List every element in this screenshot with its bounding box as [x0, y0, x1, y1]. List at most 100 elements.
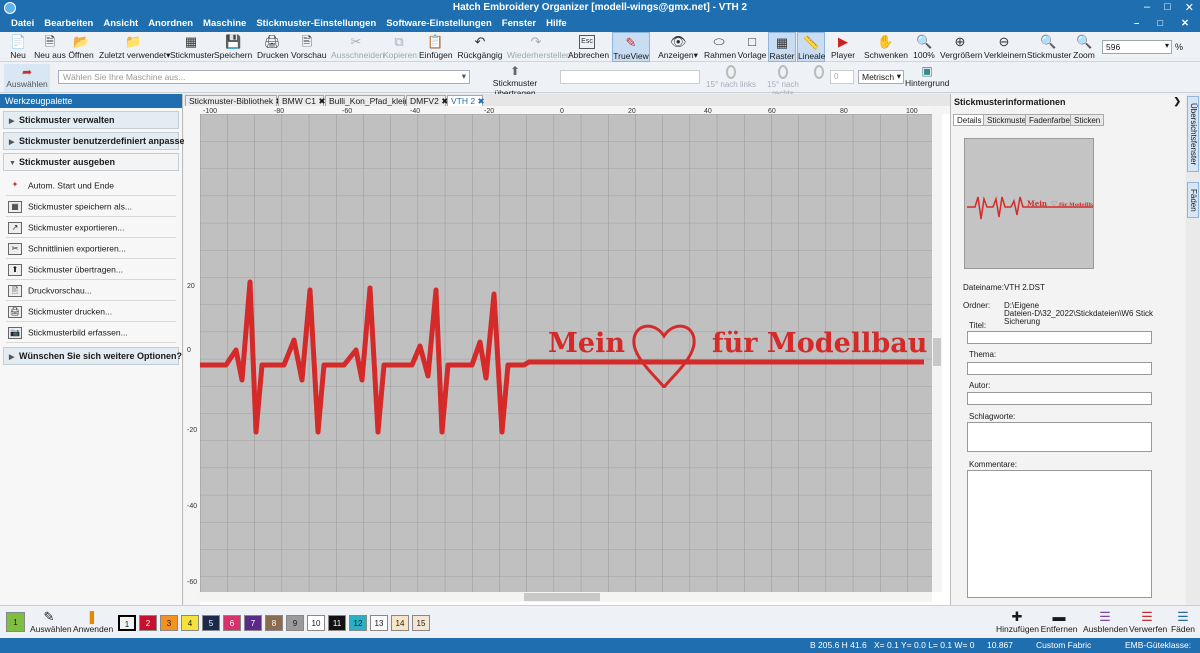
- select-color-button[interactable]: ✎ Auswählen: [30, 609, 72, 634]
- ruler-button[interactable]: 📏 Lineale: [797, 32, 825, 62]
- copy-button[interactable]: ⧉ Kopieren: [383, 32, 417, 62]
- swatch-3[interactable]: 3: [160, 615, 178, 631]
- section-manage[interactable]: ▶ Stickmuster verwalten: [3, 111, 179, 129]
- comments-field[interactable]: [967, 470, 1152, 598]
- design-canvas[interactable]: -100 -80 -60 -40 -20 0 20 40 60 80 100 2…: [184, 106, 950, 605]
- title-field[interactable]: [967, 331, 1152, 344]
- item-transfer[interactable]: ⬆ Stickmuster übertragen...: [6, 259, 176, 280]
- section-output[interactable]: ▼ Stickmuster ausgeben: [3, 153, 179, 171]
- paste-button[interactable]: 📋 Einfügen: [419, 32, 453, 62]
- select-tool-button[interactable]: ➦ Auswählen: [4, 64, 50, 92]
- doc-restore-icon[interactable]: □: [1152, 16, 1168, 29]
- undo-button[interactable]: ↶ Rückgängig: [457, 32, 503, 62]
- swatch-14[interactable]: 14: [391, 615, 409, 631]
- swatch-9[interactable]: 9: [286, 615, 304, 631]
- zoom-in-button[interactable]: ⊕ Vergrößern: [940, 32, 983, 62]
- rotate-right-button[interactable]: 15° nach rechts: [758, 64, 808, 98]
- menu-ansicht[interactable]: Ansicht: [98, 16, 143, 32]
- remove-color-button[interactable]: ▬ Entfernen: [1040, 609, 1078, 634]
- zoom-design-button[interactable]: 🔍 Stickmuster: [1027, 32, 1071, 62]
- menu-software-einstellungen[interactable]: Software-Einstellungen: [381, 16, 497, 32]
- zoom-input[interactable]: 596 ▾: [1102, 40, 1172, 54]
- canvas-svg[interactable]: -100 -80 -60 -40 -20 0 20 40 60 80 100 2…: [184, 106, 950, 605]
- tab-details[interactable]: Details: [953, 114, 986, 126]
- menu-anordnen[interactable]: Anordnen: [143, 16, 198, 32]
- item-export-cutlines[interactable]: ✂ Schnittlinien exportieren...: [6, 238, 176, 259]
- new-button[interactable]: 📄 Neu: [6, 32, 30, 62]
- units-select[interactable]: Metrisch ▾: [858, 70, 904, 84]
- scrollbar-thumb[interactable]: [933, 338, 941, 366]
- save-button[interactable]: 💾 Speichern: [214, 32, 252, 62]
- cancel-button[interactable]: Esc Abbrechen: [568, 32, 609, 62]
- swatch-7[interactable]: 7: [244, 615, 262, 631]
- canvas-scrollbar-horizontal[interactable]: [196, 592, 932, 602]
- tab-sticken[interactable]: Sticken: [1070, 114, 1105, 126]
- redo-button[interactable]: ↷ Wiederherstellen: [507, 32, 571, 62]
- swatch-5[interactable]: 5: [202, 615, 220, 631]
- swatch-1[interactable]: 1: [118, 615, 136, 631]
- swatch-8[interactable]: 8: [265, 615, 283, 631]
- zoom-out-button[interactable]: ⊖ Verkleinern: [984, 32, 1027, 62]
- menu-maschine[interactable]: Maschine: [198, 16, 251, 32]
- close-icon[interactable]: ✕: [1185, 1, 1194, 14]
- swatch-13[interactable]: 13: [370, 615, 388, 631]
- tab-bmw[interactable]: BMW C1 ✖: [278, 95, 326, 106]
- show-button[interactable]: 👁 Anzeigen▾: [657, 32, 699, 62]
- threads-button[interactable]: ☰ Fäden: [1170, 609, 1196, 634]
- tab-library[interactable]: Stickmuster-Bibliothek ✖: [185, 95, 283, 106]
- tab-threads[interactable]: Fäden: [1187, 182, 1199, 218]
- doc-close-icon[interactable]: ✕: [1176, 16, 1194, 29]
- item-capture[interactable]: 📷 Stickmusterbild erfassen...: [6, 322, 176, 343]
- current-color-swatch[interactable]: 1: [6, 612, 25, 632]
- template-button[interactable]: □ Vorlage: [737, 32, 767, 62]
- menu-datei[interactable]: Datei: [6, 16, 39, 32]
- tab-bulli[interactable]: Bulli_Kon_Pfad_klein ✖: [325, 95, 419, 106]
- add-color-button[interactable]: ✚ Hinzufügen: [996, 609, 1039, 634]
- swatch-4[interactable]: 4: [181, 615, 199, 631]
- new-from-button[interactable]: 🗎 Neu aus: [34, 32, 66, 62]
- swatch-12[interactable]: 12: [349, 615, 367, 631]
- tab-dmfv2[interactable]: DMFV2 ✖: [406, 95, 448, 106]
- maximize-icon[interactable]: □: [1164, 1, 1171, 14]
- canvas-scrollbar-vertical[interactable]: [932, 106, 942, 592]
- close-icon[interactable]: ✖: [477, 96, 484, 106]
- item-save-as[interactable]: ▦ Stickmuster speichern als...: [6, 196, 176, 217]
- discard-colors-button[interactable]: ☰ Verwerfen: [1129, 609, 1167, 634]
- preview-button[interactable]: 🖹 Vorschau: [291, 32, 326, 62]
- scrollbar-thumb[interactable]: [524, 593, 600, 601]
- recent-button[interactable]: 📁 Zuletzt verwendet▾: [99, 32, 170, 62]
- trueview-button[interactable]: ✎ TrueView: [612, 32, 650, 62]
- tab-vth2[interactable]: VTH 2 ✖: [447, 95, 485, 106]
- swatch-10[interactable]: 10: [307, 615, 325, 631]
- print-button[interactable]: 🖨 Drucken: [257, 32, 289, 62]
- swatch-6[interactable]: 6: [223, 615, 241, 631]
- apply-color-button[interactable]: ❚ Anwenden: [73, 609, 113, 634]
- chevron-right-icon[interactable]: ❯: [1173, 96, 1181, 107]
- section-more-options[interactable]: ▶ Wünschen Sie sich weitere Optionen?: [3, 347, 182, 365]
- item-print[interactable]: 🖨 Stickmuster drucken...: [6, 301, 176, 322]
- section-customize[interactable]: ▶ Stickmuster benutzerdefiniert anpassen: [3, 132, 190, 150]
- hoop-button[interactable]: ⬭ Rahmen: [704, 32, 736, 62]
- minimize-icon[interactable]: –: [1144, 1, 1150, 14]
- menu-bearbeiten[interactable]: Bearbeiten: [39, 16, 98, 32]
- keywords-field[interactable]: [967, 422, 1152, 452]
- menu-hilfe[interactable]: Hilfe: [541, 16, 572, 32]
- zoom-button[interactable]: 🔍 Zoom: [1072, 32, 1096, 62]
- item-export[interactable]: ↗ Stickmuster exportieren...: [6, 217, 176, 238]
- menu-fenster[interactable]: Fenster: [497, 16, 541, 32]
- angle-input[interactable]: 0: [830, 70, 854, 84]
- swatch-15[interactable]: 15: [412, 615, 430, 631]
- transfer-design-button[interactable]: ⬆ Stickmuster übertragen: [475, 64, 555, 98]
- player-button[interactable]: ▶ Player: [830, 32, 856, 62]
- rotate-left-button[interactable]: 15° nach links: [706, 64, 756, 92]
- zoom-100-button[interactable]: 🔍 100%: [912, 32, 936, 62]
- menu-stickmuster-einstellungen[interactable]: Stickmuster-Einstellungen: [251, 16, 381, 32]
- item-print-preview[interactable]: 🖹 Druckvorschau...: [6, 280, 176, 301]
- design-button[interactable]: ▦ Stickmuster: [170, 32, 214, 62]
- author-field[interactable]: [967, 392, 1152, 405]
- doc-minimize-icon[interactable]: –: [1129, 16, 1144, 29]
- machine-select[interactable]: Wählen Sie Ihre Maschine aus... ▾: [58, 70, 470, 84]
- item-auto-start-end[interactable]: ✦ Autom. Start und Ende: [6, 175, 176, 196]
- grid-button[interactable]: ▦ Raster: [768, 32, 796, 62]
- swatch-11[interactable]: 11: [328, 615, 346, 631]
